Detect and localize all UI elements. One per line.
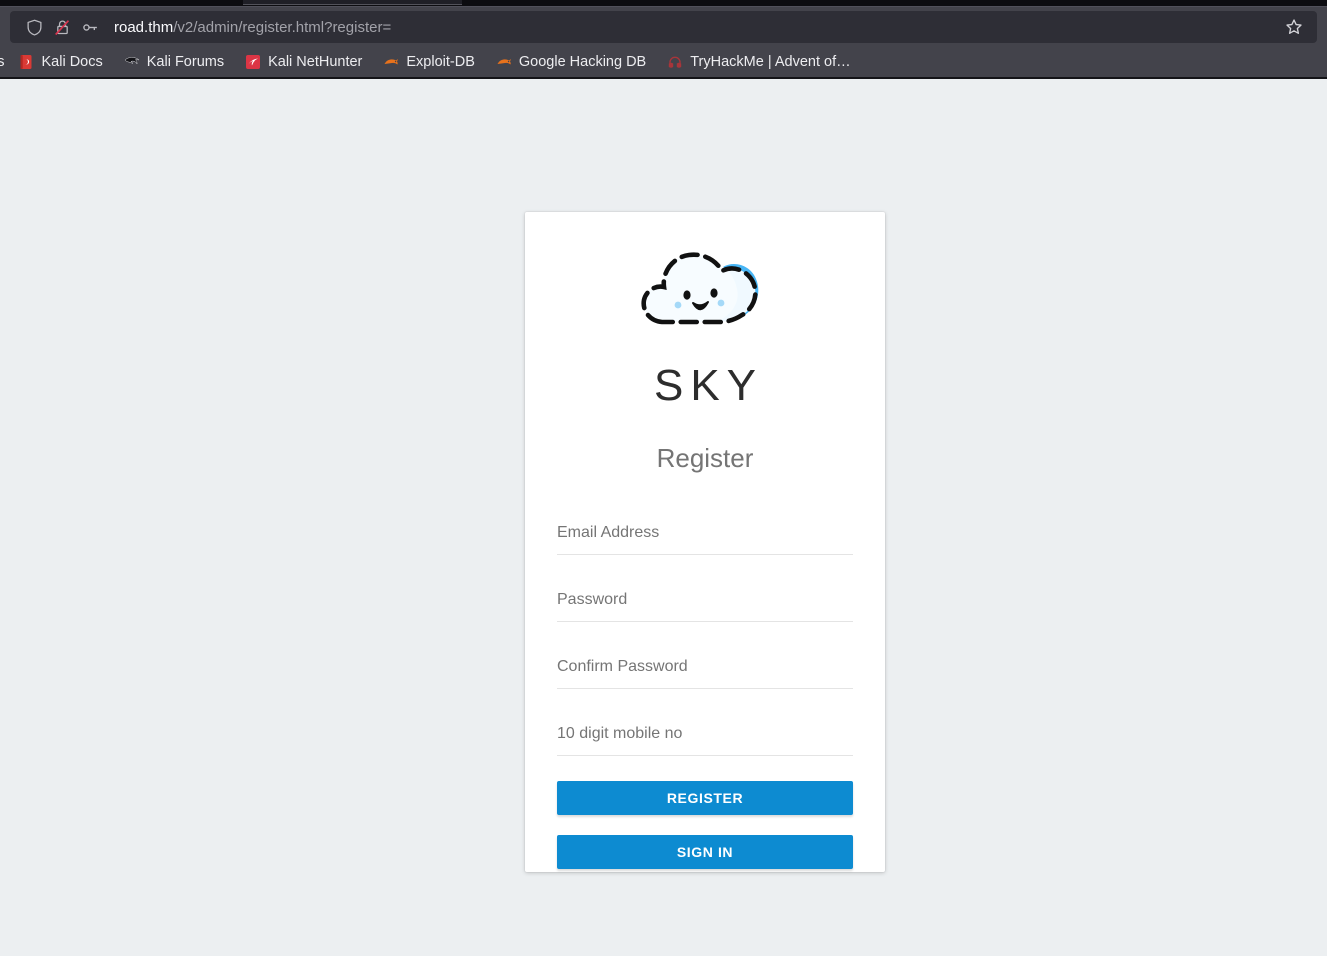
mobile-number-field-wrap [557, 721, 853, 756]
bookmark-label: Kali NetHunter [268, 54, 363, 70]
password-field-wrap [557, 587, 853, 622]
bookmark-label: Google Hacking DB [518, 54, 647, 70]
sign-in-button[interactable]: SIGN IN [557, 835, 853, 869]
tab-strip [0, 0, 1327, 6]
bookmark-item-truncated[interactable]: ls [0, 54, 4, 70]
url-path: /v2/admin/register.html?register= [173, 18, 392, 36]
browser-chrome: road.thm/v2/admin/register.html?register… [0, 0, 1327, 79]
bookmark-item-kali-docs[interactable]: Kali Docs [18, 54, 103, 70]
tryhackme-favicon [669, 56, 682, 68]
logo-wordmark: SKY [653, 361, 764, 410]
kali-docs-favicon [20, 55, 32, 69]
insecure-lock-icon[interactable] [53, 18, 71, 36]
site-logo: SKY [557, 212, 853, 411]
url-text[interactable]: road.thm/v2/admin/register.html?register… [114, 19, 1280, 36]
saved-login-key-icon[interactable] [81, 18, 99, 36]
url-bar[interactable]: road.thm/v2/admin/register.html?register… [10, 11, 1317, 43]
page-viewport: SKY Register REGISTER SIGN IN [0, 79, 1327, 956]
bookmark-item-tryhackme[interactable]: TryHackMe | Advent of… [667, 54, 851, 70]
register-form: REGISTER SIGN IN [557, 520, 853, 869]
bookmark-star-icon[interactable] [1285, 18, 1303, 36]
password-field[interactable] [557, 587, 853, 622]
mobile-number-field[interactable] [557, 721, 853, 756]
bookmark-label: ls [0, 54, 5, 70]
register-card: SKY Register REGISTER SIGN IN [525, 212, 885, 872]
bookmark-item-exploit-db[interactable]: Exploit-DB [383, 54, 475, 70]
kali-forums-favicon [124, 57, 139, 65]
exploit-db-favicon [384, 59, 399, 65]
sky-cloud-logo-icon [641, 252, 759, 325]
bookmark-item-google-hacking-db[interactable]: Google Hacking DB [496, 54, 646, 70]
confirm-password-field-wrap [557, 654, 853, 689]
bookmark-item-kali-nethunter[interactable]: Kali NetHunter [245, 54, 362, 70]
bookmark-label: Kali Forums [146, 54, 225, 70]
email-field-wrap [557, 520, 853, 555]
email-field[interactable] [557, 520, 853, 555]
bookmark-label: Exploit-DB [406, 54, 475, 70]
kali-nethunter-favicon [246, 55, 261, 69]
bookmark-label: TryHackMe | Advent of… [690, 54, 851, 70]
url-domain: road.thm [114, 18, 174, 36]
confirm-password-field[interactable] [557, 654, 853, 689]
bookmark-label: Kali Docs [41, 54, 103, 70]
bookmarks-toolbar: ls Kali Docs Kali Forums [0, 47, 1327, 77]
google-hacking-db-favicon [497, 59, 511, 65]
bookmark-item-kali-forums[interactable]: Kali Forums [124, 54, 224, 70]
page-title: Register [656, 443, 754, 473]
browser-tab[interactable] [243, 0, 462, 5]
navigation-toolbar: road.thm/v2/admin/register.html?register… [0, 7, 1327, 47]
register-button[interactable]: REGISTER [557, 781, 853, 815]
tracking-protection-shield-icon[interactable] [25, 18, 43, 36]
